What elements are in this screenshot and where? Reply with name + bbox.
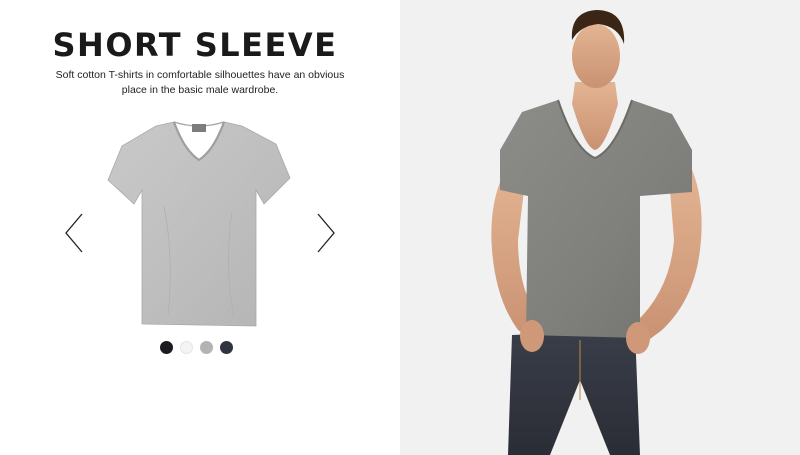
swatch-grey[interactable] <box>200 341 213 354</box>
carousel-prev-button[interactable] <box>62 212 86 254</box>
model-image <box>491 10 702 455</box>
model-photo <box>400 0 800 455</box>
chevron-right-icon <box>317 213 335 253</box>
product-panel: SHORT SLEEVE Soft cotton T-shirts in com… <box>0 0 400 455</box>
product-image-tshirt[interactable] <box>104 116 294 328</box>
category-description: Soft cotton T-shirts in comfortable silh… <box>55 69 345 96</box>
page-title: SHORT SLEEVE <box>52 26 338 64</box>
carousel-next-button[interactable] <box>314 212 338 254</box>
swatch-black[interactable] <box>160 341 173 354</box>
chevron-left-icon <box>65 213 83 253</box>
swatch-navy[interactable] <box>220 341 233 354</box>
swatch-white[interactable] <box>180 341 193 354</box>
color-swatches <box>160 341 233 357</box>
